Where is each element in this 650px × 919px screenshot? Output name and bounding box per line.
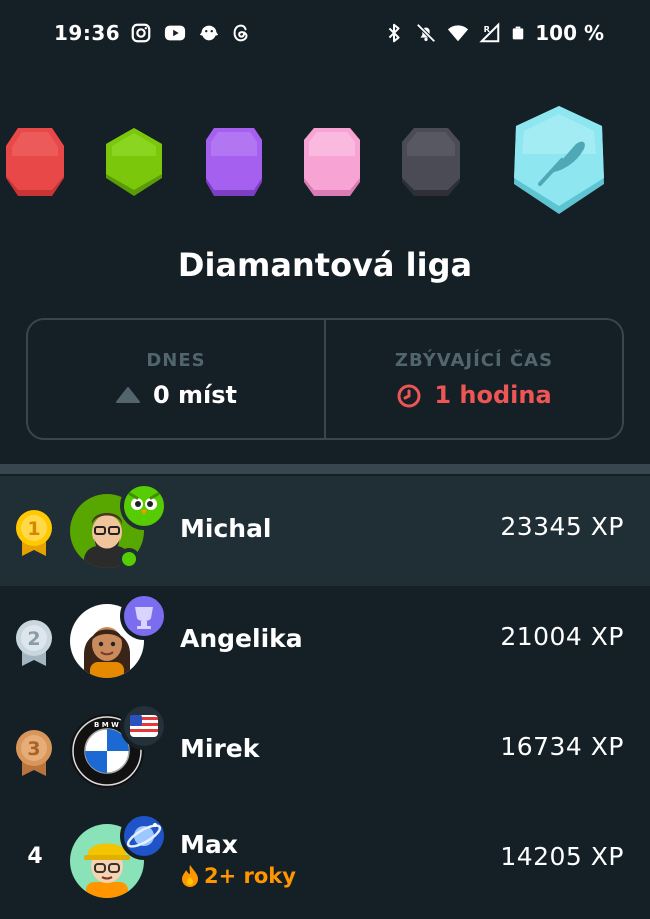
gold-medal-icon: 1 — [16, 510, 52, 556]
clock: 19:36 — [54, 21, 121, 45]
battery-icon — [513, 26, 524, 40]
svg-text:R: R — [484, 24, 491, 34]
user-xp: 14205 XP — [500, 842, 624, 871]
user-xp: 21004 XP — [500, 622, 624, 651]
user-name: Max — [180, 830, 238, 859]
remaining-time-value: 1 hodina — [434, 380, 552, 409]
leaderboard-row-1[interactable]: 1 Michal 23345 XP — [0, 476, 650, 586]
signal-icon: R — [479, 22, 500, 43]
user-name: Mirek — [180, 734, 260, 763]
owl-icon — [120, 482, 168, 530]
user-name: Michal — [180, 514, 272, 543]
threads-icon — [233, 24, 248, 42]
green-league-icon[interactable] — [104, 126, 164, 198]
red-league-icon[interactable] — [4, 126, 66, 198]
svg-text:B M W: B M W — [94, 721, 119, 729]
wifi-icon — [448, 25, 469, 42]
streak-label: 2+ roky — [204, 864, 296, 888]
flame-icon — [182, 865, 198, 887]
trophy-icon — [120, 592, 168, 640]
user-xp: 23345 XP — [500, 512, 624, 541]
rank-1-label: 1 — [27, 518, 40, 540]
bronze-medal-icon: 3 — [16, 730, 52, 776]
diamond-league-icon[interactable] — [510, 104, 608, 216]
bird-app-icon — [200, 25, 219, 41]
leaderboard-row-4[interactable]: 4 Max 2+ roky 14205 XP — [0, 806, 650, 916]
bluetooth-icon — [388, 23, 400, 43]
dark-league-icon[interactable] — [400, 126, 462, 198]
today-value-row: 0 míst — [115, 381, 237, 409]
status-left: 19:36 — [54, 21, 252, 45]
us-flag-icon — [120, 702, 168, 750]
rank-number: 4 — [27, 844, 43, 869]
silver-medal-icon: 2 — [16, 620, 52, 666]
today-stat: DNES 0 míst — [28, 320, 324, 438]
triangle-up-icon — [115, 386, 140, 403]
user-xp: 16734 XP — [500, 732, 624, 761]
today-value: 0 míst — [152, 380, 238, 409]
today-label: DNES — [146, 349, 206, 371]
remaining-time-value-row: 1 hodina — [396, 380, 552, 409]
clock-icon — [397, 384, 421, 407]
leaderboard-row-3[interactable]: 3 B M W Mirek 16734 XP — [0, 696, 650, 806]
purple-league-icon[interactable] — [204, 126, 264, 198]
pink-league-icon[interactable] — [302, 126, 362, 198]
battery-level: 100 % — [535, 21, 604, 45]
streak-badge: 2+ roky — [180, 864, 296, 888]
instagram-icon — [131, 23, 151, 43]
league-title: Diamantová liga — [177, 246, 473, 284]
youtube-icon — [165, 25, 186, 41]
rank-2-label: 2 — [27, 628, 40, 650]
section-divider — [0, 464, 650, 474]
remaining-time-label: ZBÝVAJÍCÍ ČAS — [394, 349, 554, 371]
user-name: Angelika — [180, 624, 303, 653]
mute-icon — [416, 23, 436, 43]
rank-3-label: 3 — [27, 738, 40, 760]
remaining-time-stat: ZBÝVAJÍCÍ ČAS 1 hodina — [326, 320, 622, 438]
status-bar: 19:36 R 100 % — [0, 0, 650, 66]
planet-icon — [120, 812, 168, 860]
status-right: R 100 % — [383, 21, 604, 45]
league-carousel[interactable] — [0, 100, 650, 230]
online-status-dot — [118, 548, 140, 570]
leaderboard-row-2[interactable]: 2 Angelika 21004 XP — [0, 586, 650, 696]
league-stats-box: DNES 0 míst ZBÝVAJÍCÍ ČAS 1 hodina — [26, 318, 624, 440]
